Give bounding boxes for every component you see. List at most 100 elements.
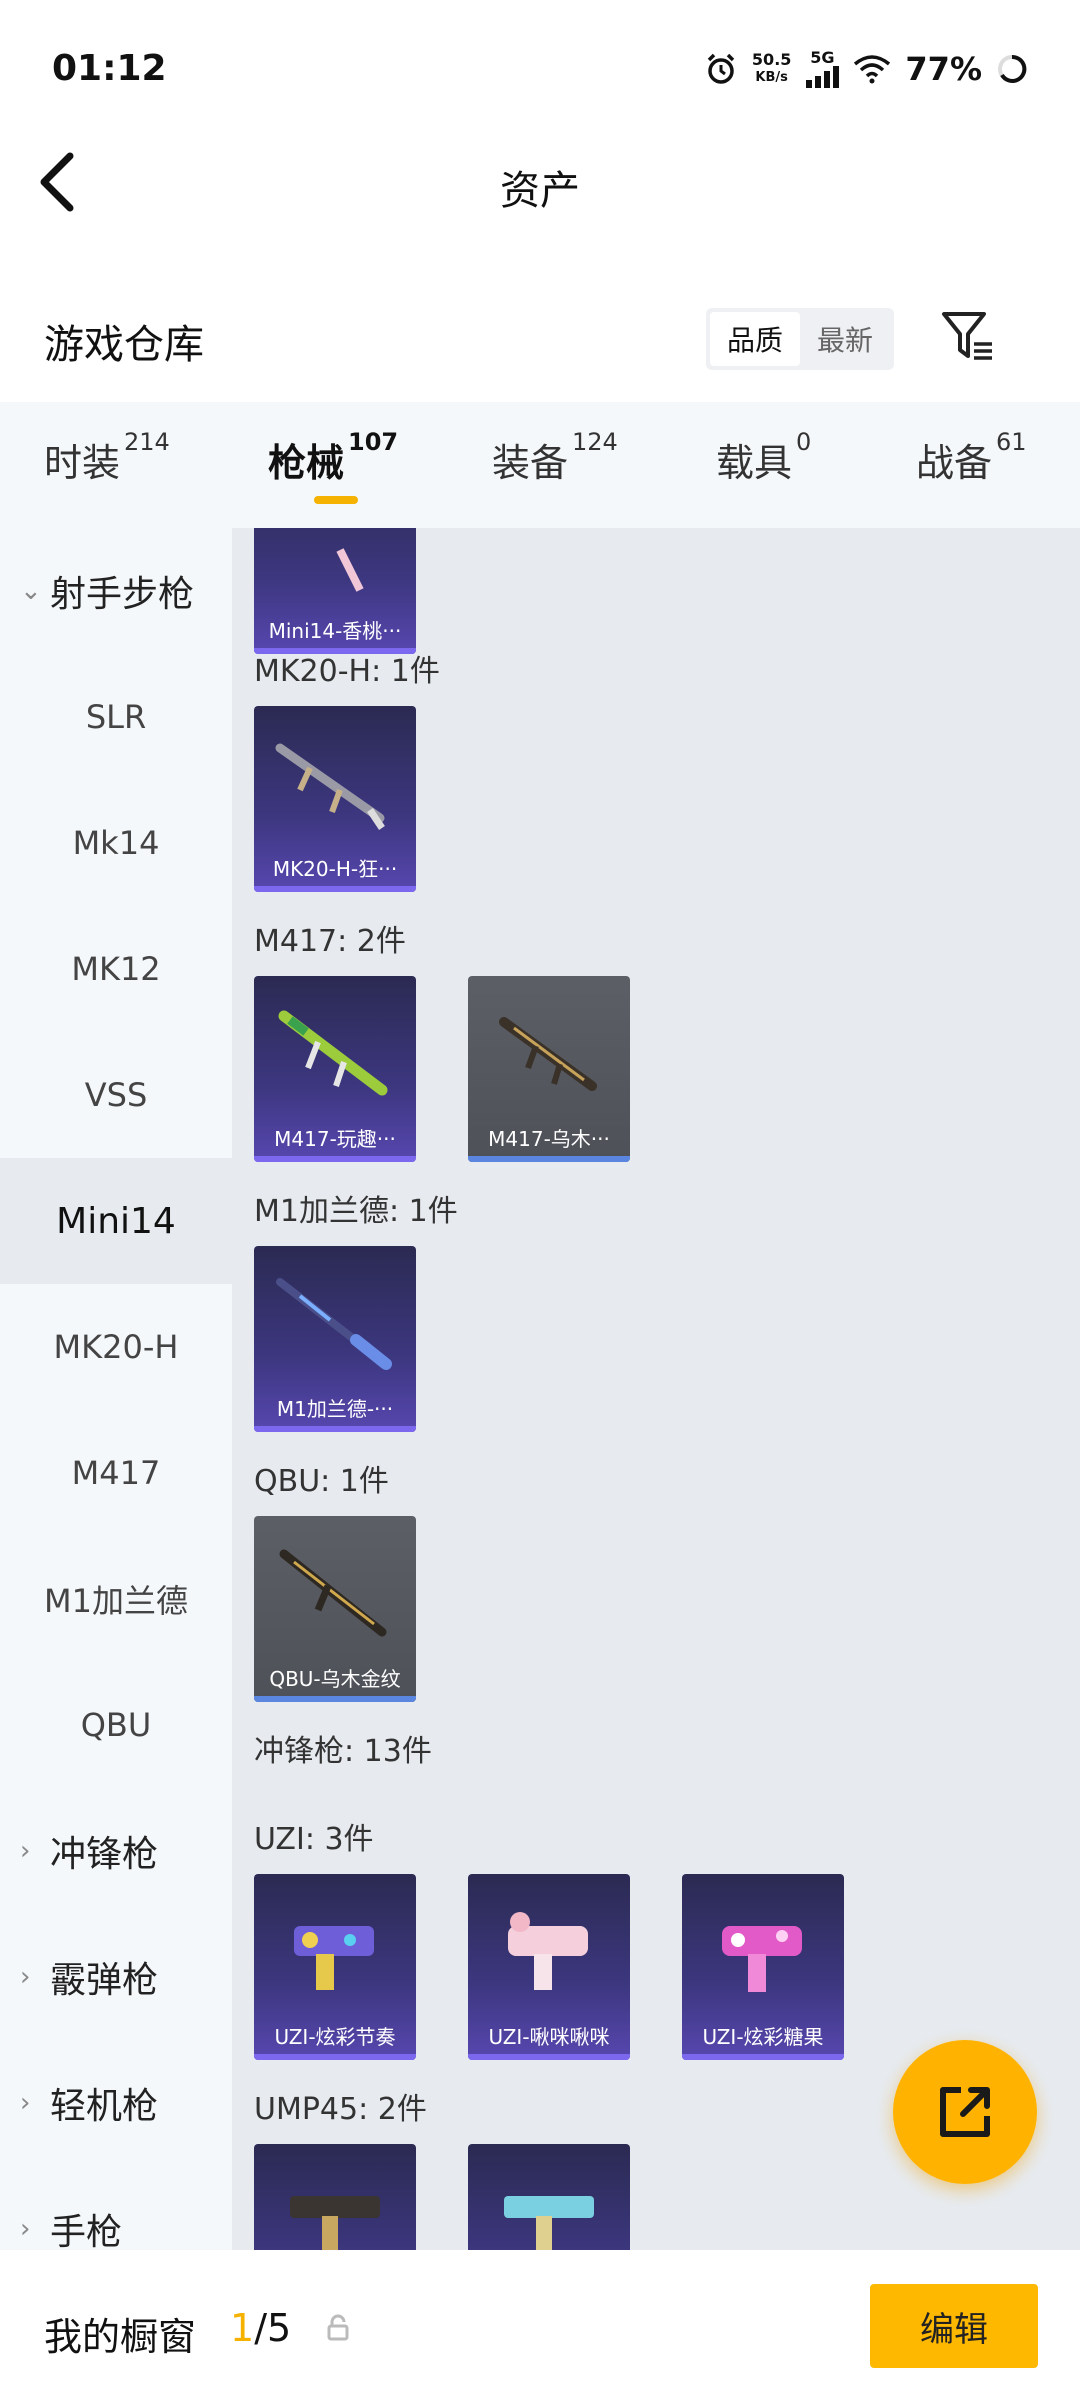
tab-equipment[interactable]: 装备 124 xyxy=(492,428,618,487)
top-bar: 资产 xyxy=(0,140,1080,240)
category-tabs: 时装 214 枪械 107 装备 124 载具 0 战备 61 xyxy=(0,402,1080,528)
weapon-card[interactable]: UZI-炫彩节奏 xyxy=(254,1874,416,2060)
battery-text: 77% xyxy=(905,50,982,88)
group-label: M417: 2件 xyxy=(254,924,406,959)
weapon-card-name: Mini14-香桃··· xyxy=(268,619,402,643)
weapon-card-name: UZI-炫彩糖果 xyxy=(702,2025,824,2049)
sidebar-item-pistol[interactable]: › 手枪 xyxy=(0,2166,232,2250)
weapon-card[interactable]: QBU-乌木金纹 xyxy=(254,1516,416,1702)
wifi-icon xyxy=(854,55,891,84)
showcase-label: 我的橱窗 xyxy=(44,2315,197,2359)
tab-count: 107 xyxy=(348,428,399,456)
sidebar-item-m417[interactable]: M417 xyxy=(0,1410,232,1536)
rarity-bar xyxy=(254,2054,416,2060)
sidebar-item-label: 冲锋枪 xyxy=(50,1834,159,1875)
group-label: UMP45: 2件 xyxy=(254,2092,427,2127)
sidebar-item-m1-garand[interactable]: M1加兰德 xyxy=(0,1536,232,1662)
status-time: 01:12 xyxy=(52,48,167,89)
rarity-bar xyxy=(254,1696,416,1702)
rarity-bar xyxy=(254,886,416,892)
group-label: QBU: 1件 xyxy=(254,1464,389,1499)
sidebar-item-label: 射手步枪 xyxy=(50,574,195,615)
signal-group: 5G xyxy=(805,50,840,88)
group-label: 冲锋枪: 13件 xyxy=(254,1734,432,1769)
lock-icon xyxy=(327,2314,349,2341)
tab-label: 枪械 xyxy=(268,441,345,485)
sidebar-item-mini14[interactable]: Mini14 xyxy=(0,1158,232,1284)
sidebar-item-label: 霰弹枪 xyxy=(50,1960,159,2001)
tab-supplies[interactable]: 战备 61 xyxy=(916,428,1027,487)
tab-firearms[interactable]: 枪械 107 xyxy=(268,428,398,487)
chevron-right-icon: › xyxy=(20,1836,31,1866)
weapon-card-name: M417-玩趣··· xyxy=(274,1127,396,1151)
weapon-card[interactable]: M417-乌木··· xyxy=(468,976,630,1162)
tab-fashion[interactable]: 时装 214 xyxy=(44,428,170,487)
sidebar-item-mk12[interactable]: MK12 xyxy=(0,906,232,1032)
net-speed-unit: KB/s xyxy=(755,70,788,85)
chevron-right-icon: › xyxy=(20,2088,31,2118)
weapon-card-name: M1加兰德-··· xyxy=(276,1397,394,1421)
smg-image-icon xyxy=(504,2196,594,2250)
tab-vehicles[interactable]: 载具 0 xyxy=(716,428,811,487)
weapon-card[interactable] xyxy=(468,2144,630,2250)
sidebar-item-lmg[interactable]: › 轻机枪 xyxy=(0,2040,232,2166)
tab-count: 124 xyxy=(572,428,618,456)
smg-image-icon xyxy=(508,1912,588,1990)
weapon-card-name: M417-乌木··· xyxy=(488,1127,610,1151)
rarity-bar xyxy=(254,1156,416,1162)
weapon-card-name: UZI-炫彩节奏 xyxy=(274,2025,396,2049)
net-speed: 50.5 KB/s xyxy=(752,51,791,87)
alarm-icon xyxy=(707,53,735,84)
weapon-content-grid: Mini14-香桃··· MK20-H: 1件 MK20-H-狂··· M417… xyxy=(232,528,1080,2250)
weapon-card[interactable]: M417-玩趣··· xyxy=(254,976,416,1162)
showcase-total: /5 xyxy=(254,2306,292,2350)
weapon-card-name: UZI-啾咪啾咪 xyxy=(488,2025,610,2049)
smg-image-icon xyxy=(722,1926,802,1992)
showcase-bar: 我的橱窗 1/5 编辑 xyxy=(0,2250,1080,2400)
showcase-current: 1 xyxy=(230,2306,255,2350)
weapon-card-name: MK20-H-狂··· xyxy=(272,857,398,881)
group-label: M1加兰德: 1件 xyxy=(254,1194,458,1229)
sidebar-item-marksman-rifles[interactable]: ⌄ 射手步枪 xyxy=(0,528,232,654)
rarity-bar xyxy=(254,1426,416,1432)
sidebar-item-vss[interactable]: VSS xyxy=(0,1032,232,1158)
sidebar-item-mk20h[interactable]: MK20-H xyxy=(0,1284,232,1410)
active-tab-indicator xyxy=(314,496,358,504)
rarity-bar xyxy=(468,2054,630,2060)
weapon-card-name: QBU-乌木金纹 xyxy=(269,1667,401,1691)
showcase-count: 1/5 xyxy=(230,2306,291,2350)
sidebar-item-slr[interactable]: SLR xyxy=(0,654,232,780)
weapon-card[interactable]: MK20-H-狂··· xyxy=(254,706,416,892)
sidebar-item-mk14[interactable]: Mk14 xyxy=(0,780,232,906)
tab-label: 载具 xyxy=(716,441,793,485)
weapon-card[interactable]: M1加兰德-··· xyxy=(254,1246,416,1432)
sort-newest-button[interactable]: 最新 xyxy=(800,312,890,366)
filter-button[interactable] xyxy=(940,308,1000,368)
warehouse-title: 游戏仓库 xyxy=(44,322,204,368)
rifle-image-icon xyxy=(276,1278,392,1370)
chevron-down-icon: ⌄ xyxy=(20,576,42,606)
share-button[interactable] xyxy=(893,2040,1037,2184)
weapon-card[interactable]: UZI-啾咪啾咪 xyxy=(468,1874,630,2060)
page-title: 资产 xyxy=(500,168,580,214)
sidebar-item-qbu[interactable]: QBU xyxy=(0,1662,232,1788)
sort-quality-button[interactable]: 品质 xyxy=(710,312,800,366)
weapon-card[interactable] xyxy=(254,2144,416,2250)
rifle-image-icon xyxy=(499,1017,597,1091)
status-icons: 50.5 KB/s 5G 77% xyxy=(704,50,1028,88)
sidebar-item-label: 手枪 xyxy=(50,2212,123,2250)
sort-toggle: 品质 最新 xyxy=(706,308,894,370)
weapon-card[interactable]: Mini14-香桃··· xyxy=(254,528,416,654)
rifle-image-icon xyxy=(279,1549,387,1637)
smg-image-icon xyxy=(290,2196,380,2250)
tab-label: 时装 xyxy=(44,441,121,485)
edit-button[interactable]: 编辑 xyxy=(870,2284,1038,2368)
chevron-right-icon: › xyxy=(20,2214,31,2244)
tab-count: 61 xyxy=(996,428,1027,456)
tab-count: 214 xyxy=(124,428,170,456)
weapon-image-icon xyxy=(336,548,364,592)
sidebar-item-shotgun[interactable]: › 霰弹枪 xyxy=(0,1914,232,2040)
sidebar-item-smg[interactable]: › 冲锋枪 xyxy=(0,1788,232,1914)
weapon-card[interactable]: UZI-炫彩糖果 xyxy=(682,1874,844,2060)
chevron-right-icon: › xyxy=(20,1962,31,1992)
